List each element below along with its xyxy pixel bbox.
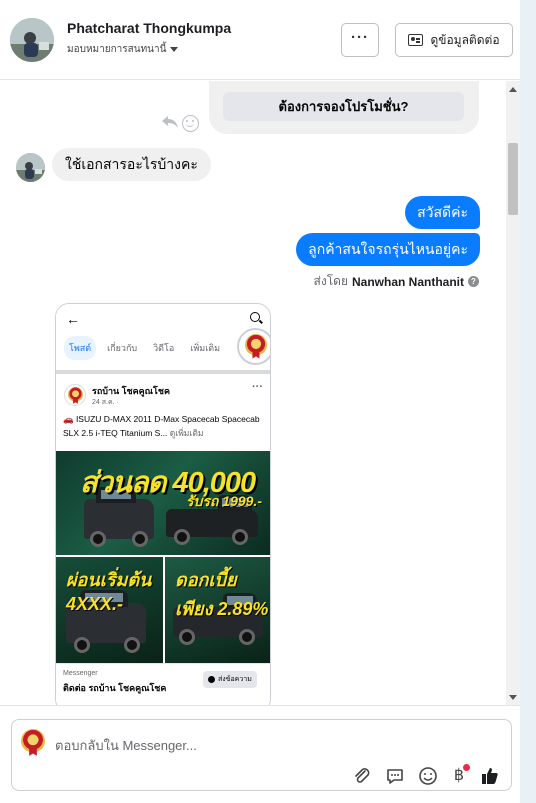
emoji-icon[interactable] [418,766,438,786]
seal-logo-icon [245,334,267,356]
messenger-icon [208,676,215,683]
post-time: 24 ส.ค. · [92,399,119,406]
contact-card-icon [408,34,424,46]
promo-left-text: ผ่อนเริ่มต้น 4XXX.- [66,570,152,614]
send-message-button: ส่งข้อความ [203,671,257,688]
outgoing-message[interactable]: ลูกค้าสนใจรถรุ่นไหนอยู่คะ [296,233,480,266]
view-contact-info-button[interactable]: ดูข้อมูลติดต่อ [395,23,513,57]
sent-by-line: ส่งโดย Nanwhan Nanthanit ? [314,272,479,291]
chevron-down-icon [170,47,179,52]
window-edge [520,0,536,803]
contact-avatar[interactable] [10,18,54,62]
post-header: รถบ้าน โชคคูณโชค 24 ส.ค. · ··· 🚗 ISUZU D… [56,376,270,450]
reply-icon[interactable] [161,115,179,129]
attachment-icon[interactable] [352,766,372,786]
scroll-thumb[interactable] [508,143,518,215]
incoming-message[interactable]: ใช้เอกสารอะไรบ้างคะ [52,148,211,181]
promo-card-button[interactable]: ต้องการจองโปรโมชั่น? [223,92,464,121]
tab-posts: โพสต์ [64,336,97,360]
thread-scrollbar[interactable] [506,81,520,705]
messenger-cta: Messenger ติดต่อ รถบ้าน โชคคูณโชค ส่งข้อ… [56,663,270,705]
tab-more: เพิ่มเติม [190,343,221,353]
see-more-link: ดูเพิ่มเติม [169,428,204,438]
composer-box[interactable]: ฿ [11,719,512,791]
promo-image-main: ส่วนลด 40,000 รับรถ 1999.- [56,451,270,555]
send-message-label: ส่งข้อความ [218,676,252,683]
react-emoji-icon[interactable] [182,115,199,132]
reply-input[interactable] [55,736,355,754]
seal-logo-icon [21,729,45,753]
tab-about: เกี่ยวกับ [107,343,138,353]
composer-area: ฿ [0,705,520,803]
scroll-down-arrow-icon[interactable] [509,695,517,700]
page-logo [237,328,270,365]
contact-avatar-small [16,153,45,182]
like-icon[interactable] [480,766,500,786]
post-page-name: รถบ้าน โชคคูณโชค [92,386,170,396]
promo-right-text: ดอกเบี้ยเพียง 2.89% [175,570,269,619]
tab-videos: วิดีโอ [153,343,175,353]
promo-image-left: ผ่อนเริ่มต้น 4XXX.- [56,557,163,663]
sent-by-prefix: ส่งโดย [313,274,348,288]
image-attachment[interactable]: ← โพสต์ เกี่ยวกับ วิดีโอ เพิ่มเติม รถบ้า… [55,303,271,705]
seal-logo-icon [68,387,83,402]
back-arrow-icon: ← [66,311,80,327]
page-avatar [20,729,46,755]
scroll-up-arrow-icon[interactable] [509,87,517,92]
contact-name[interactable]: Phatcharat Thongkumpa [67,20,231,36]
messenger-contact: ติดต่อ รถบ้าน โชคคูณโชค [63,683,167,693]
promo-card-bubble: ต้องการจองโปรโมชั่น? [209,81,479,134]
assign-conversation-dropdown[interactable]: มอบหมายการสนทนานี้ [67,42,179,57]
view-contact-info-label: ดูข้อมูลติดต่อ [430,32,500,47]
page-nav-bar: ← โพสต์ เกี่ยวกับ วิดีโอ เพิ่มเติม [56,304,270,374]
outgoing-message[interactable]: สวัสดีค่ะ [405,196,480,229]
quick-reply-icon[interactable] [385,766,405,786]
post-more-icon: ··· [252,381,263,393]
message-thread[interactable]: ต้องการจองโปรโมชั่น? ใช้เอกสารอะไรบ้างคะ… [0,81,506,705]
notification-dot [463,764,470,771]
search-icon [250,312,260,322]
sent-by-name: Nanwhan Nanthanit [351,274,464,289]
page-tabs: โพสต์ เกี่ยวกับ วิดีโอ เพิ่มเติม [64,336,225,360]
payment-baht-icon[interactable]: ฿ [449,764,470,786]
more-options-button[interactable]: ··· [341,23,379,57]
promo-sub-text: รับรถ 1999.- [186,493,262,509]
page-avatar [64,384,86,406]
assign-label: มอบหมายการสนทนานี้ [67,44,167,55]
post-text: 🚗 ISUZU D-MAX 2011 D-Max Spacecab Spacec… [63,412,267,440]
promo-image-right: ดอกเบี้ยเพียง 2.89% [165,557,270,663]
messenger-label: Messenger [63,670,98,677]
help-icon[interactable]: ? [468,276,479,287]
post-body: 🚗 ISUZU D-MAX 2011 D-Max Spacecab Spacec… [63,414,260,438]
conversation-header: Phatcharat Thongkumpa มอบหมายการสนทนานี้… [0,0,520,80]
